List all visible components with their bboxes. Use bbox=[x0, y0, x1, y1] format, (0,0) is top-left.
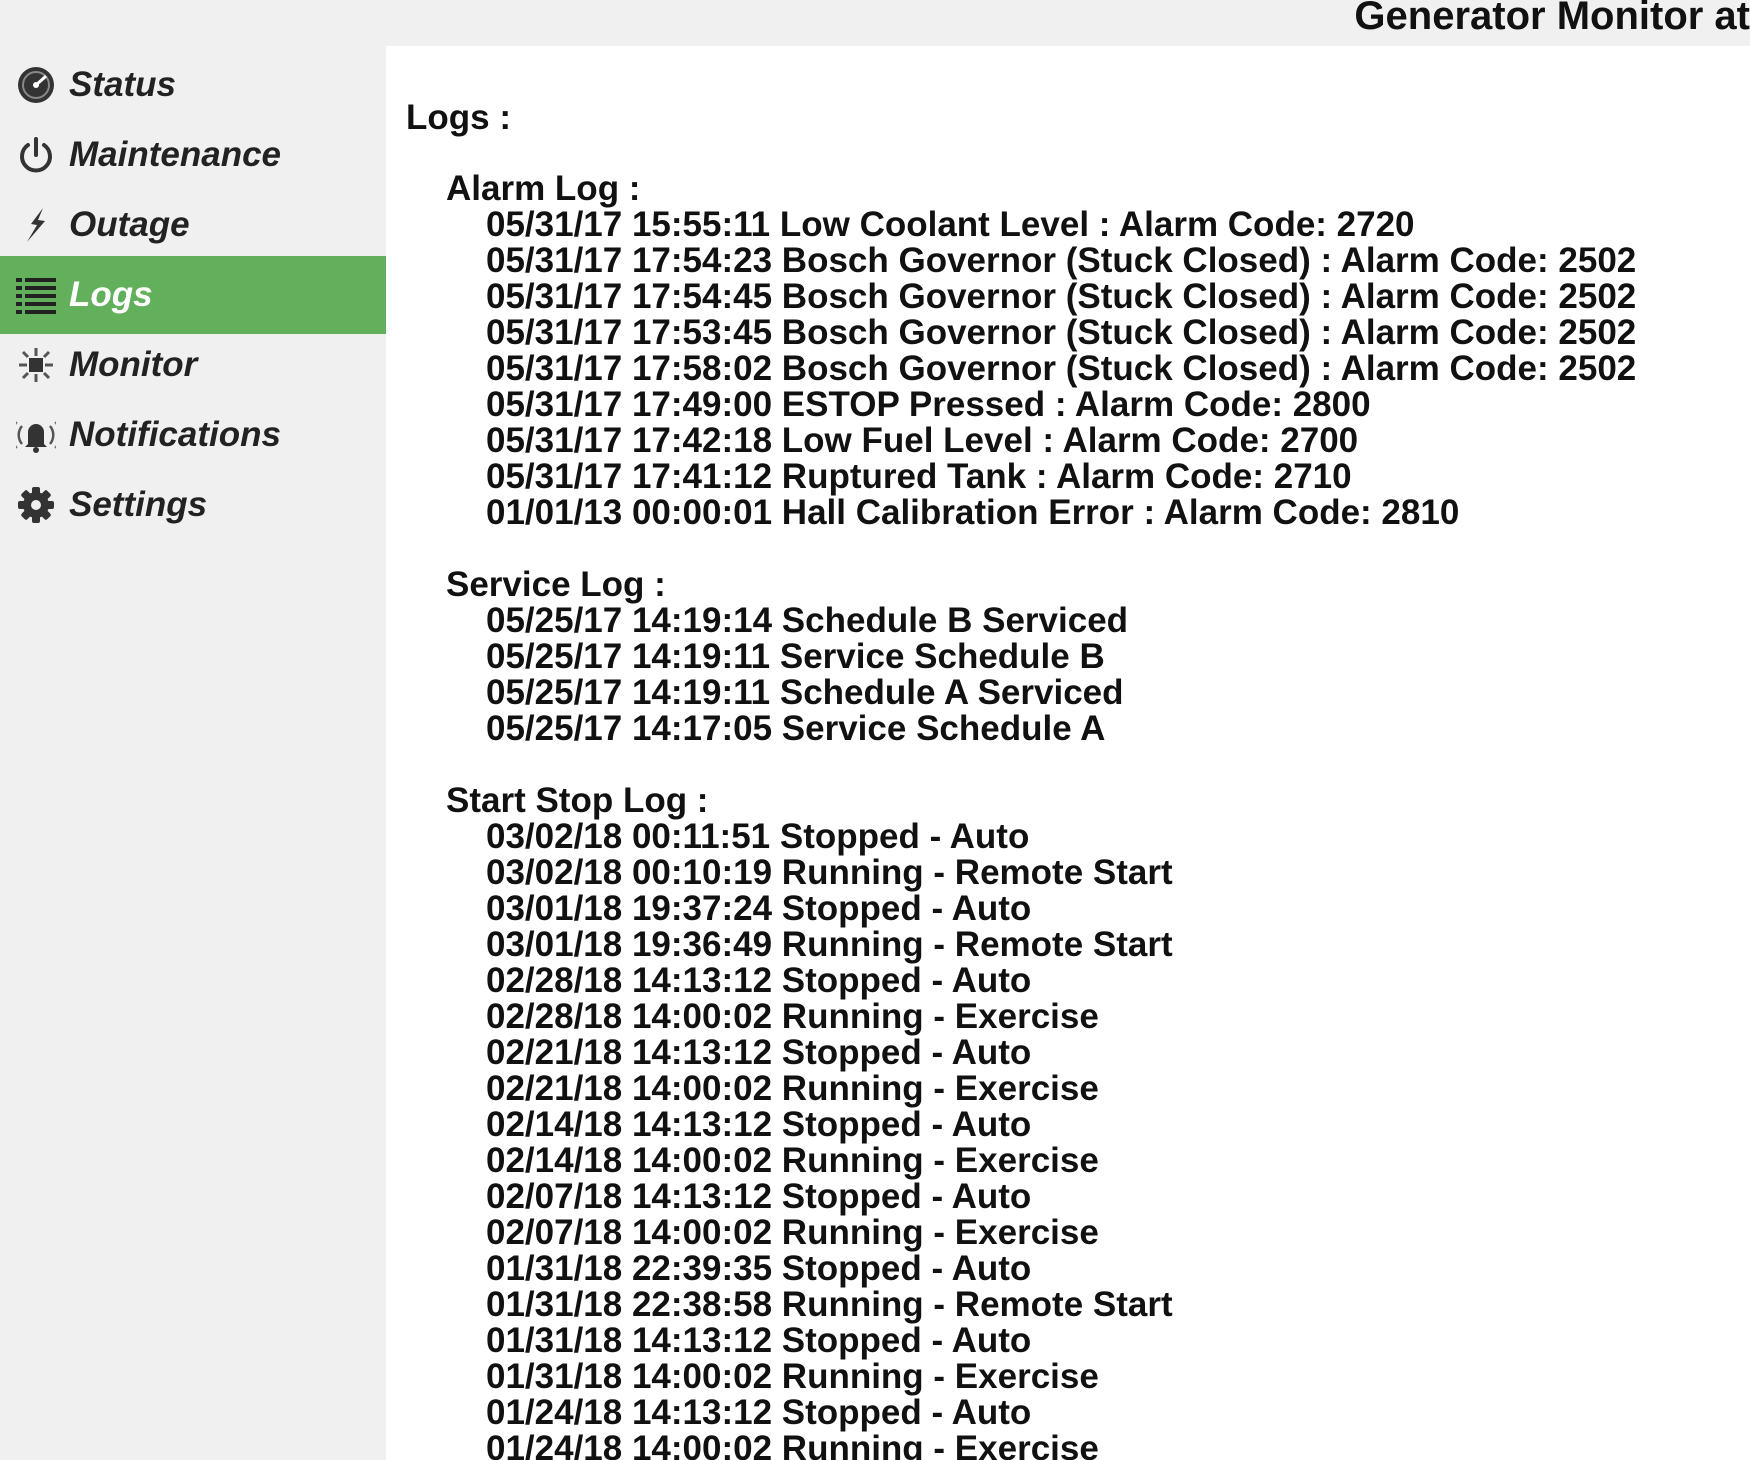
log-entry: 05/25/17 14:19:11 Service Schedule B bbox=[486, 637, 1105, 676]
gear-icon bbox=[16, 485, 56, 525]
log-entry: 05/31/17 17:49:00 ESTOP Pressed : Alarm … bbox=[486, 385, 1371, 424]
start-stop-log: Start Stop Log : 03/02/18 00:11:51 Stopp… bbox=[446, 783, 1173, 1460]
log-entry: 05/31/17 15:55:11 Low Coolant Level : Al… bbox=[486, 205, 1415, 244]
log-entry: 02/21/18 14:13:12 Stopped - Auto bbox=[486, 1033, 1032, 1072]
log-entry: 05/25/17 14:17:05 Service Schedule A bbox=[486, 709, 1106, 748]
service-log-title: Service Log : bbox=[446, 565, 666, 604]
log-entry: 05/31/17 17:58:02 Bosch Governor (Stuck … bbox=[486, 349, 1637, 388]
log-entry: 02/07/18 14:00:02 Running - Exercise bbox=[486, 1213, 1099, 1252]
log-entry: 01/31/18 22:39:35 Stopped - Auto bbox=[486, 1249, 1032, 1288]
sidebar: Status Maintenance Outage Logs Monitor N… bbox=[0, 46, 386, 1460]
sidebar-item-status[interactable]: Status bbox=[0, 46, 386, 124]
page-header-title: Generator Monitor at bbox=[1354, 0, 1750, 38]
log-entry: 01/31/18 14:13:12 Stopped - Auto bbox=[486, 1321, 1032, 1360]
power-icon bbox=[16, 135, 56, 175]
log-entry: 02/14/18 14:13:12 Stopped - Auto bbox=[486, 1105, 1032, 1144]
start-stop-log-entries: 03/02/18 00:11:51 Stopped - Auto 03/02/18… bbox=[486, 819, 1173, 1460]
sidebar-item-logs[interactable]: Logs bbox=[0, 256, 386, 334]
gauge-icon bbox=[16, 65, 56, 105]
log-entry: 05/31/17 17:53:45 Bosch Governor (Stuck … bbox=[486, 313, 1637, 352]
sidebar-item-label: Outage bbox=[69, 205, 190, 244]
page-title: Logs : bbox=[406, 98, 511, 137]
log-entry: 01/24/18 14:13:12 Stopped - Auto bbox=[486, 1393, 1032, 1432]
monitor-icon bbox=[16, 345, 56, 385]
start-stop-log-title: Start Stop Log : bbox=[446, 781, 709, 820]
sidebar-item-settings[interactable]: Settings bbox=[0, 466, 386, 544]
sidebar-item-label: Maintenance bbox=[69, 135, 281, 174]
log-entry: 03/01/18 19:36:49 Running - Remote Start bbox=[486, 925, 1173, 964]
sidebar-item-label: Settings bbox=[69, 485, 208, 524]
service-log-entries: 05/25/17 14:19:14 Schedule B Serviced 05/… bbox=[486, 603, 1128, 747]
log-entry: 05/25/17 14:19:11 Schedule A Serviced bbox=[486, 673, 1124, 712]
service-log: Service Log : 05/25/17 14:19:14 Schedule… bbox=[446, 567, 1128, 747]
sidebar-item-label: Monitor bbox=[69, 345, 198, 384]
log-entry: 05/31/17 17:41:12 Ruptured Tank : Alarm … bbox=[486, 457, 1352, 496]
sidebar-item-label: Notifications bbox=[69, 415, 281, 454]
sidebar-item-monitor[interactable]: Monitor bbox=[0, 326, 386, 404]
log-entry: 05/31/17 17:54:45 Bosch Governor (Stuck … bbox=[486, 277, 1637, 316]
log-entry: 05/31/17 17:42:18 Low Fuel Level : Alarm… bbox=[486, 421, 1359, 460]
alarm-log-entries: 05/31/17 15:55:11 Low Coolant Level : Al… bbox=[486, 207, 1636, 531]
sidebar-item-label: Status bbox=[69, 65, 176, 104]
sidebar-item-notifications[interactable]: Notifications bbox=[0, 396, 386, 474]
log-entry: 05/25/17 14:19:14 Schedule B Serviced bbox=[486, 601, 1129, 640]
log-entry: 02/07/18 14:13:12 Stopped - Auto bbox=[486, 1177, 1032, 1216]
alarm-log: Alarm Log : 05/31/17 15:55:11 Low Coolan… bbox=[446, 171, 1636, 531]
log-entry: 01/24/18 14:00:02 Running - Exercise bbox=[486, 1429, 1099, 1460]
header-bar: Generator Monitor at bbox=[0, 0, 1750, 46]
log-entry: 01/31/18 14:00:02 Running - Exercise bbox=[486, 1357, 1099, 1396]
log-entry: 03/02/18 00:10:19 Running - Remote Start bbox=[486, 853, 1173, 892]
log-entry: 03/02/18 00:11:51 Stopped - Auto bbox=[486, 817, 1030, 856]
log-entry: 01/31/18 22:38:58 Running - Remote Start bbox=[486, 1285, 1173, 1324]
log-entry: 05/31/17 17:54:23 Bosch Governor (Stuck … bbox=[486, 241, 1637, 280]
log-entry: 02/14/18 14:00:02 Running - Exercise bbox=[486, 1141, 1099, 1180]
main-content: Logs : Alarm Log : 05/31/17 15:55:11 Low… bbox=[386, 46, 1750, 1460]
log-entry: 01/01/13 00:00:01 Hall Calibration Error… bbox=[486, 493, 1460, 532]
app-window: Generator Monitor at Status Maintenance … bbox=[0, 0, 1750, 1460]
log-entry: 02/21/18 14:00:02 Running - Exercise bbox=[486, 1069, 1099, 1108]
list-icon bbox=[16, 275, 56, 315]
bell-icon bbox=[16, 415, 56, 455]
sidebar-item-outage[interactable]: Outage bbox=[0, 186, 386, 264]
alarm-log-title: Alarm Log : bbox=[446, 169, 641, 208]
log-entry: 02/28/18 14:13:12 Stopped - Auto bbox=[486, 961, 1032, 1000]
log-entry: 02/28/18 14:00:02 Running - Exercise bbox=[486, 997, 1099, 1036]
sidebar-item-maintenance[interactable]: Maintenance bbox=[0, 116, 386, 194]
sidebar-item-label: Logs bbox=[69, 275, 153, 314]
lightning-icon bbox=[16, 205, 56, 245]
log-entry: 03/01/18 19:37:24 Stopped - Auto bbox=[486, 889, 1032, 928]
